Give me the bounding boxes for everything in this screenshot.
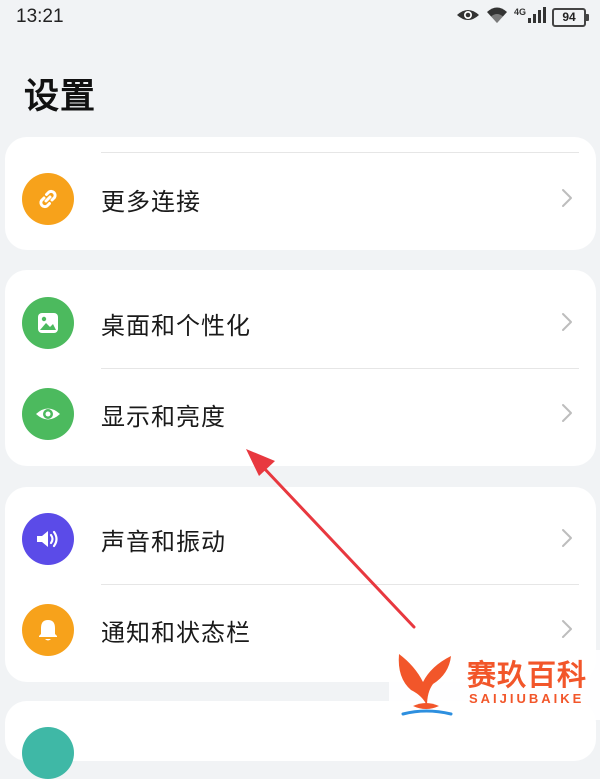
eye-icon — [22, 388, 74, 440]
chevron-right-icon — [562, 529, 572, 547]
watermark-text: 赛玖百科 — [467, 658, 588, 692]
whale-tail-logo — [398, 654, 453, 716]
settings-item-display-brightness[interactable]: 显示和亮度 — [5, 368, 596, 460]
status-time: 13:21 — [16, 6, 64, 27]
settings-group-display: 桌面和个性化 显示和亮度 — [5, 270, 596, 466]
chevron-right-icon — [562, 313, 572, 331]
partial-item-icon — [22, 727, 74, 779]
image-icon — [22, 297, 74, 349]
status-bar: 13:21 4G 94 — [0, 0, 600, 34]
settings-item-more-connections[interactable]: 更多连接 — [5, 153, 596, 245]
battery-icon: 94 — [552, 7, 589, 27]
watermark-subtext: SAIJIUBAIKE — [469, 691, 585, 706]
watermark: 赛玖百科 SAIJIUBAIKE — [389, 650, 600, 720]
chevron-right-icon — [562, 620, 572, 638]
settings-item-label: 声音和振动 — [101, 528, 226, 556]
settings-item-label: 桌面和个性化 — [101, 312, 251, 340]
speaker-icon — [22, 513, 74, 565]
settings-group-connections: 更多连接 — [5, 137, 596, 250]
signal-icon — [528, 7, 546, 27]
settings-item-label: 显示和亮度 — [101, 403, 226, 431]
eye-icon — [456, 7, 480, 27]
wifi-icon — [486, 6, 508, 28]
settings-item-label: 通知和状态栏 — [101, 619, 251, 647]
settings-item-desktop-personalization[interactable]: 桌面和个性化 — [5, 277, 596, 369]
link-icon — [22, 173, 74, 225]
page-title: 设置 — [24, 77, 97, 117]
chevron-right-icon — [562, 189, 572, 207]
settings-item-sound-vibration[interactable]: 声音和振动 — [5, 493, 596, 585]
settings-item-label: 更多连接 — [101, 188, 201, 216]
chevron-right-icon — [562, 404, 572, 422]
bell-icon — [22, 604, 74, 656]
status-icons: 4G 94 — [456, 6, 589, 28]
network-type: 4G — [513, 7, 526, 17]
